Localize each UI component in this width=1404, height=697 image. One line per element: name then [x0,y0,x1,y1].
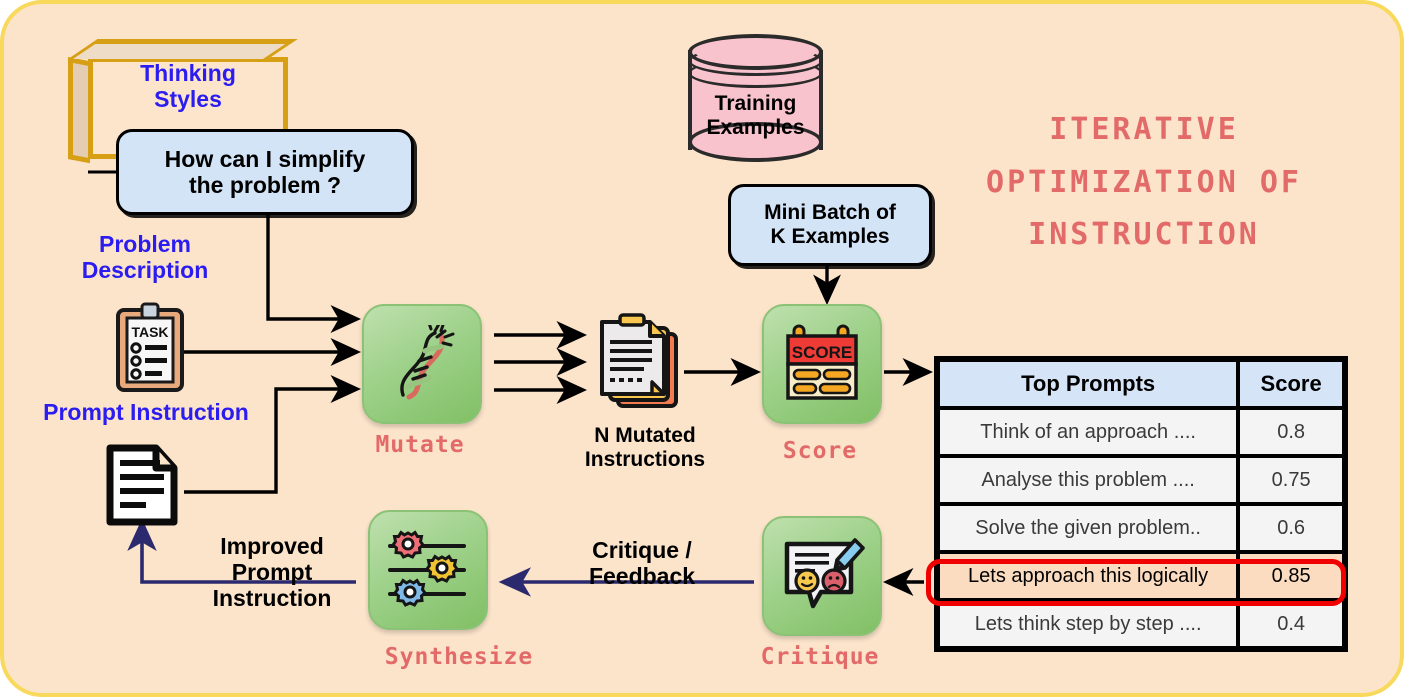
stage-label-synthesize: Synthesize [384,644,534,670]
top-prompts-table[interactable]: Top Prompts Score Think of an approach .… [934,356,1348,652]
box-top-face [68,39,298,59]
cell-score: 0.8 [1238,408,1344,456]
thinking-style-example-box: How can I simplify the problem ? [116,129,414,215]
clipboard-task-icon: TASK [114,302,186,399]
table-row-highlighted[interactable]: Lets approach this logically 0.85 [938,552,1344,600]
cell-prompt: Think of an approach .... [938,408,1239,456]
stage-label-mutate: Mutate [375,432,465,458]
column-header-score: Score [1238,360,1344,408]
thinking-style-example-text: How can I simplify the problem ? [164,145,366,198]
n-mutated-instructions-label: N Mutated Instructions [584,424,706,471]
scoreboard-icon: SCORE [786,324,858,400]
stage-label-critique: Critique [760,644,880,670]
cell-prompt: Lets approach this logically [938,552,1239,600]
prompt-instruction-label: Prompt Instruction [43,399,249,425]
diagram-canvas: ITERATIVE OPTIMIZATION OF INSTRUCTION Th… [0,0,1404,697]
critique-feedback-label: Critique / Feedback [588,537,696,589]
cell-score: 0.6 [1238,504,1344,552]
cell-prompt: Analyse this problem .... [938,456,1239,504]
improved-prompt-label: Improved Prompt Instruction [212,533,332,611]
table-row[interactable]: Think of an approach .... 0.8 [938,408,1344,456]
cell-score: 0.4 [1238,600,1344,648]
cylinder-ring-2 [688,58,823,88]
stage-tile-critique[interactable] [762,516,882,636]
problem-description-label: Problem Description [81,231,209,283]
table-row[interactable]: Lets think step by step .... 0.4 [938,600,1344,648]
feedback-comment-icon [784,538,865,609]
table-header-row: Top Prompts Score [938,360,1344,408]
database-cylinder-icon: Training Examples [688,34,823,166]
table-row[interactable]: Analyse this problem .... 0.75 [938,456,1344,504]
cell-prompt: Lets think step by step .... [938,600,1239,648]
stage-tile-score[interactable]: SCORE [762,304,882,424]
stage-tile-mutate[interactable] [362,304,482,424]
stage-tile-synthesize[interactable] [368,510,488,630]
gear-sliders-icon [388,530,466,607]
dna-mutation-icon [400,325,455,400]
cell-score: 0.85 [1238,552,1344,600]
training-examples-label: Training Examples [706,92,805,139]
cell-prompt: Solve the given problem.. [938,504,1239,552]
stage-label-score: Score [782,438,858,464]
box-side-face [68,57,90,164]
svg-text:TASK: TASK [131,324,168,340]
mini-batch-label: Mini Batch of K Examples [764,200,896,248]
cell-score: 0.75 [1238,456,1344,504]
page-title: ITERATIVE OPTIMIZATION OF INSTRUCTION [986,112,1302,252]
svg-text:SCORE: SCORE [792,343,852,362]
stacked-documents-icon [596,312,692,413]
thinking-styles-label: Thinking Styles [140,60,236,112]
table-row[interactable]: Solve the given problem.. 0.6 [938,504,1344,552]
document-icon [104,444,180,531]
mini-batch-box: Mini Batch of K Examples [728,184,932,266]
column-header-top-prompts: Top Prompts [938,360,1239,408]
